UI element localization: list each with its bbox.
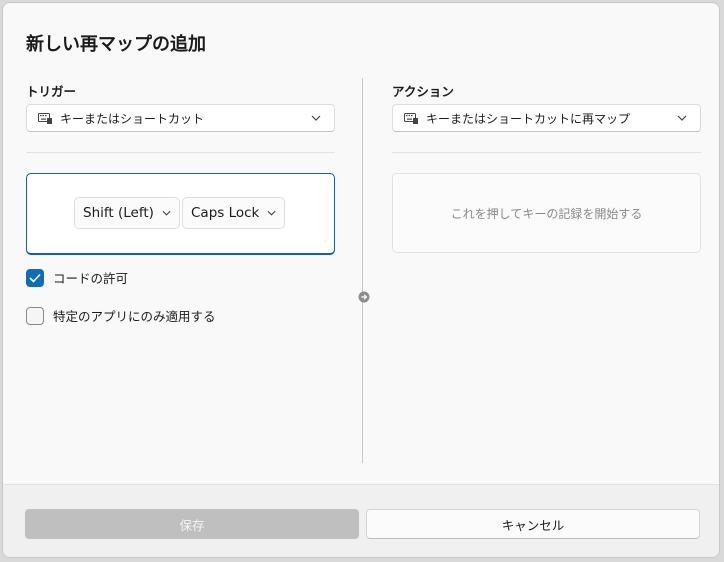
key-label: Shift (Left) bbox=[83, 205, 154, 221]
record-keys-button[interactable]: これを押してキーの記録を開始する bbox=[392, 173, 701, 253]
keyboard-icon bbox=[38, 112, 52, 124]
action-label: アクション bbox=[392, 84, 454, 99]
column-divider bbox=[362, 78, 363, 463]
action-divider bbox=[392, 152, 701, 153]
key-dropdown-shift-left[interactable]: Shift (Left) bbox=[74, 197, 180, 229]
app-specific-label: 特定のアプリにのみ適用する bbox=[53, 309, 216, 324]
key-label: Caps Lock bbox=[191, 205, 260, 221]
chevron-down-icon bbox=[267, 210, 276, 216]
add-remapping-dialog: 新しい再マップの追加 トリガー キーまたはショートカット Shift (Left… bbox=[2, 2, 720, 558]
chevron-down-icon bbox=[308, 115, 324, 121]
allow-chords-label: コードの許可 bbox=[53, 271, 129, 286]
trigger-label: トリガー bbox=[26, 84, 77, 99]
keyboard-icon bbox=[404, 112, 418, 124]
trigger-type-dropdown[interactable]: キーまたはショートカット bbox=[26, 104, 335, 132]
cancel-button[interactable]: キャンセル bbox=[366, 509, 700, 539]
trigger-type-value: キーまたはショートカット bbox=[60, 111, 205, 126]
cancel-button-label: キャンセル bbox=[501, 517, 565, 533]
trigger-keys-box[interactable]: Shift (Left) Caps Lock bbox=[26, 173, 335, 255]
app-specific-option[interactable]: 特定のアプリにのみ適用する bbox=[26, 306, 216, 325]
chevron-down-icon bbox=[162, 210, 171, 216]
arrow-right-icon bbox=[358, 291, 370, 303]
app-specific-checkbox[interactable] bbox=[26, 306, 44, 325]
record-placeholder-text: これを押してキーの記録を開始する bbox=[450, 206, 643, 221]
allow-chords-option[interactable]: コードの許可 bbox=[26, 268, 128, 287]
key-dropdown-caps-lock[interactable]: Caps Lock bbox=[182, 197, 286, 229]
dialog-title: 新しい再マップの追加 bbox=[26, 34, 206, 55]
trigger-divider bbox=[26, 152, 335, 153]
allow-chords-checkbox[interactable] bbox=[26, 268, 44, 287]
save-button-label: 保存 bbox=[179, 517, 205, 533]
save-button[interactable]: 保存 bbox=[25, 509, 359, 539]
dialog-footer: 保存 キャンセル bbox=[3, 484, 719, 557]
chevron-down-icon bbox=[674, 115, 690, 121]
action-type-dropdown[interactable]: キーまたはショートカットに再マップ bbox=[392, 104, 701, 132]
action-type-value: キーまたはショートカットに再マップ bbox=[426, 111, 631, 126]
